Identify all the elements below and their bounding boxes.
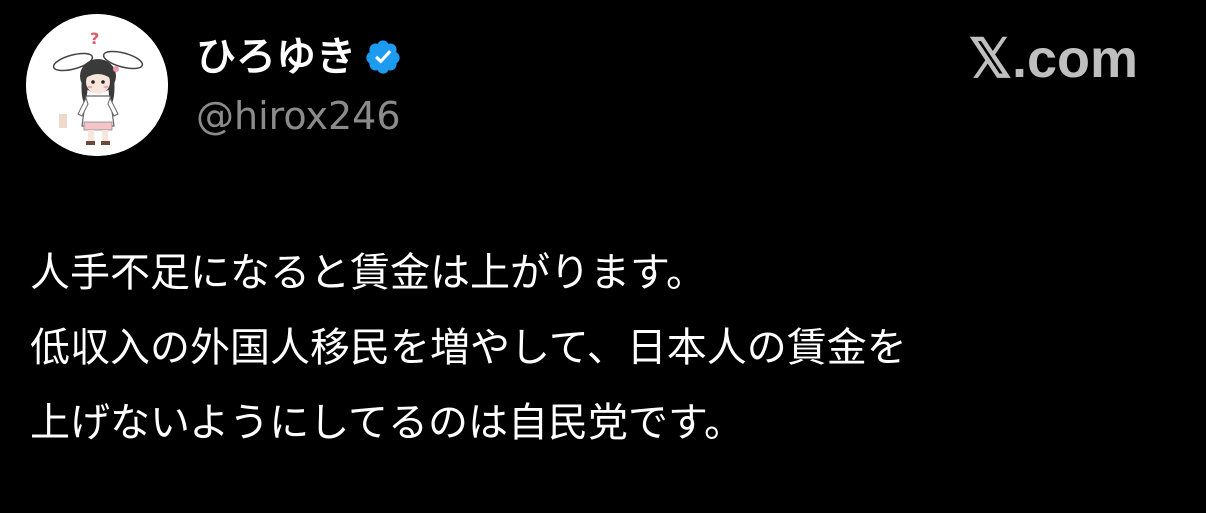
tweet-line: 低収入の外国人移民を増やして、日本人の賃金を (30, 325, 907, 371)
avatar-bunny-icon: ? (26, 14, 168, 156)
svg-text:?: ? (90, 29, 99, 48)
tweet-text: 人手不足になると賃金は上がります。 低収入の外国人移民を増やして、日本人の賃金を… (30, 236, 1180, 461)
author-handle[interactable]: @hirox246 (196, 92, 401, 140)
verified-badge-icon (364, 38, 402, 76)
avatar[interactable]: ? (26, 14, 168, 156)
tweet-card: ? ひろゆき @hirox246 𝕏.com 人手不足になると賃金は上がります。… (0, 0, 1206, 513)
tweet-line: 人手不足になると賃金は上がります。 (30, 250, 706, 296)
author-name-row[interactable]: ひろゆき (196, 30, 402, 84)
tweet-line: 上げないようにしてるのは自民党です。 (30, 400, 744, 446)
x-brand-logo: 𝕏.com (968, 29, 1138, 89)
author-display-name[interactable]: ひろゆき (196, 30, 356, 84)
